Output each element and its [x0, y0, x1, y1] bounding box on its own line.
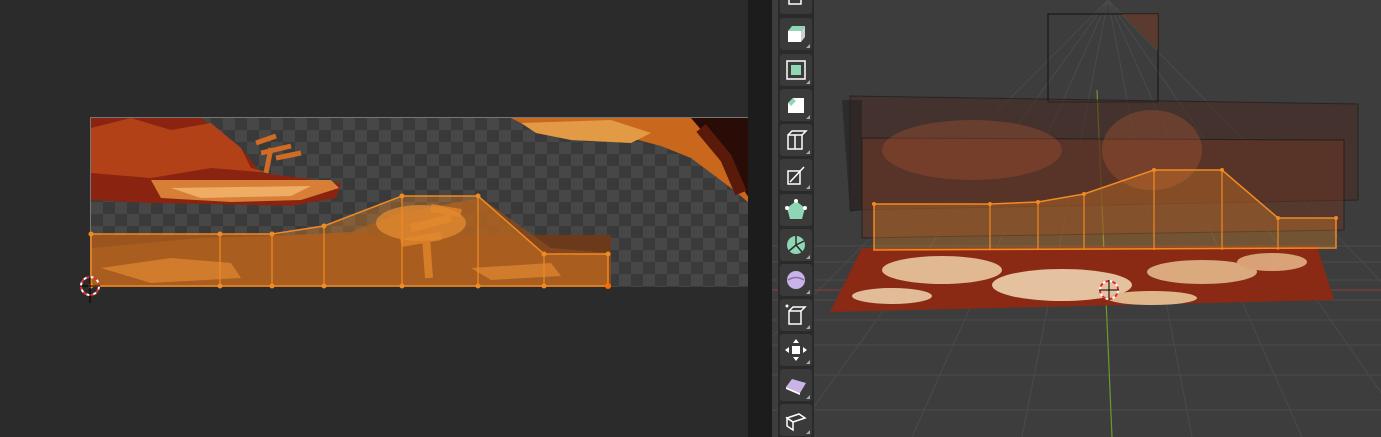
tool-smooth-icon[interactable]: [780, 264, 812, 296]
tool-edge-slide-icon[interactable]: [780, 299, 812, 331]
uv-mesh-overlay[interactable]: [0, 0, 748, 437]
tool-bevel-icon[interactable]: [780, 89, 812, 121]
tool-knife-icon[interactable]: [780, 159, 812, 191]
tool-spin-icon[interactable]: [780, 229, 812, 261]
area-divider[interactable]: [748, 0, 772, 437]
3d-cursor-icon[interactable]: [1099, 280, 1119, 300]
viewport-scene: [772, 0, 1381, 437]
tool-shrink-fatten-icon[interactable]: [780, 334, 812, 366]
uv-cursor-icon[interactable]: [80, 276, 100, 303]
tool-box-icon[interactable]: [780, 0, 812, 14]
tool-shear-icon[interactable]: [780, 369, 812, 401]
tool-poly-build-icon[interactable]: [780, 194, 812, 226]
tool-extrude-region-icon[interactable]: [780, 18, 812, 50]
uv-island[interactable]: [90, 195, 609, 287]
tool-shelf: [778, 0, 814, 437]
tool-inset-faces-icon[interactable]: [780, 54, 812, 86]
3d-viewport[interactable]: [772, 0, 1381, 437]
tool-loop-cut-icon[interactable]: [780, 124, 812, 156]
tool-rip-region-icon[interactable]: [780, 404, 812, 436]
uv-editor[interactable]: [0, 0, 748, 437]
